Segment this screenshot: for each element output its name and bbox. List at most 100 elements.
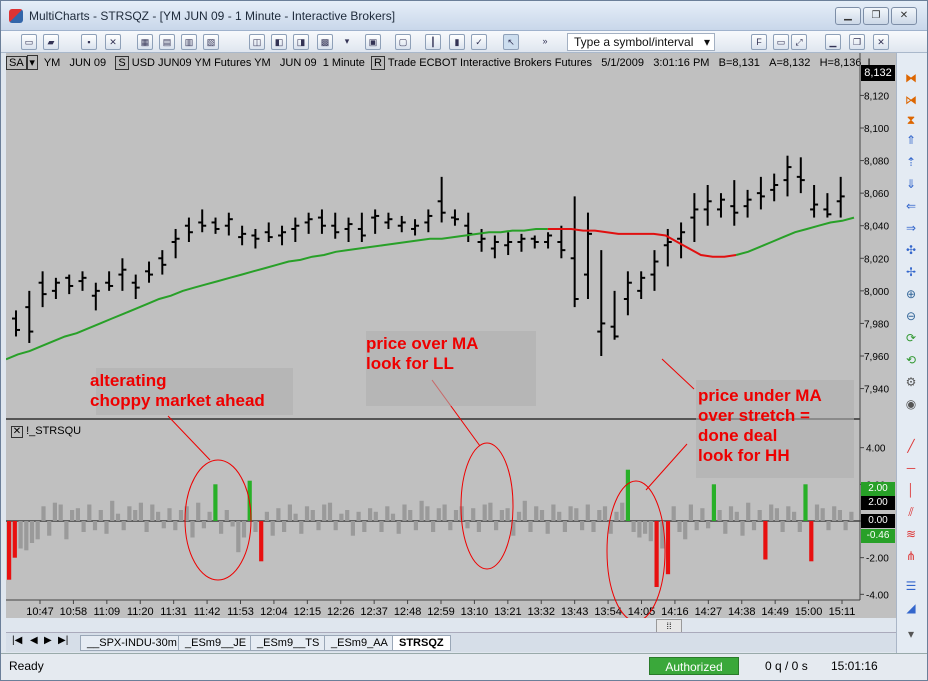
scroll-down-small-icon[interactable]: ▾ <box>902 625 920 643</box>
osc-marker-zero: 0.00 <box>861 514 895 528</box>
ascending-icon[interactable]: ◢ <box>902 599 920 617</box>
oscillator-bar <box>127 506 132 521</box>
tab-esm9-aa[interactable]: _ESm9_AA <box>324 635 395 651</box>
status-queue: 0 q / 0 s <box>765 659 808 673</box>
oscillator-bar <box>58 504 63 521</box>
oscillator-bar <box>769 504 774 521</box>
oscillator-bar <box>18 521 23 549</box>
scroll-right-icon[interactable]: ⇒ <box>902 219 920 237</box>
eye-icon[interactable]: ◉ <box>902 395 920 413</box>
magnify-minus-icon[interactable]: ⊖ <box>902 307 920 325</box>
price-bar <box>278 225 287 246</box>
price-bar <box>224 212 233 236</box>
close-indicator-icon[interactable]: ✕ <box>11 426 23 438</box>
oscillator-bar <box>826 521 831 531</box>
tab-esm9-je[interactable]: _ESm9__JE <box>178 635 254 651</box>
oscillator-bar <box>476 521 481 532</box>
calendar-icon[interactable]: ▣ <box>365 34 381 50</box>
insert-drawing-icon[interactable]: ◨ <box>293 34 309 50</box>
oscillator-bar <box>390 513 396 521</box>
close-doc-icon[interactable]: ✕ <box>105 34 121 50</box>
tab-prev-icon[interactable]: ◀ <box>30 635 38 646</box>
sync-icon[interactable]: ⟲ <box>902 351 920 369</box>
price-bar <box>357 212 366 242</box>
child-close-icon[interactable]: ✕ <box>873 34 889 50</box>
refresh-icon[interactable]: ⟳ <box>902 329 920 347</box>
dropdown-arrow-icon[interactable]: ▾ <box>339 34 355 50</box>
hourglass-icon[interactable]: ⧗ <box>902 111 920 129</box>
tab-last-icon[interactable]: ▶| <box>58 635 68 646</box>
tab-first-icon[interactable]: |◀ <box>12 635 22 646</box>
child-restore-icon[interactable]: ❐ <box>849 34 865 50</box>
annotation-1: alterating choppy market ahead <box>90 371 265 411</box>
scroll-down-icon[interactable]: ⇓ <box>902 175 920 193</box>
format-icon[interactable]: ▩ <box>317 34 333 50</box>
horizontal-scroll-thumb[interactable]: ⁞⁞ <box>656 619 682 633</box>
oscillator-bar <box>665 521 671 575</box>
oscillator-bar <box>110 500 115 521</box>
check-icon[interactable]: ✓ <box>471 34 487 50</box>
candlestick-icon[interactable]: ▮ <box>449 34 465 50</box>
minimize-button[interactable]: ▁ <box>835 7 861 25</box>
restore-button[interactable]: ❐ <box>863 7 889 25</box>
expand-icon[interactable]: ✢ <box>902 263 920 281</box>
zoom-in-icon[interactable]: ⧓ <box>902 69 920 87</box>
dom-icon[interactable]: ▥ <box>181 34 197 50</box>
vertical-line-icon[interactable]: │ <box>902 481 920 499</box>
workspace-icon[interactable]: ▢ <box>395 34 411 50</box>
oscillator-bar <box>431 521 436 532</box>
oscillator-bar <box>92 521 98 531</box>
andrews-pitchfork-icon[interactable]: ⋔ <box>902 547 920 565</box>
price-bar <box>12 310 20 337</box>
close-button[interactable]: ✕ <box>891 7 917 25</box>
oscillator-bar <box>12 521 17 558</box>
scroll-left-icon[interactable]: ⇐ <box>902 197 920 215</box>
insert-study-icon[interactable]: ◧ <box>271 34 287 50</box>
price-bar <box>756 176 765 210</box>
zoom-out-icon[interactable]: ⧒ <box>902 91 920 109</box>
new-file-icon[interactable]: ▭ <box>21 34 37 50</box>
fibonacci-icon[interactable]: ≋ <box>902 525 920 543</box>
scroll-up-icon[interactable]: ⇑ <box>902 131 920 149</box>
oscillator-bar <box>786 506 791 521</box>
order-entry-icon[interactable]: ▧ <box>203 34 219 50</box>
save-icon[interactable]: ▪ <box>81 34 97 50</box>
oscillator-bar <box>70 510 75 521</box>
horizontal-line-icon[interactable]: ─ <box>902 459 920 477</box>
scroll-top-icon[interactable]: ⇡ <box>902 153 920 171</box>
trendline-icon[interactable]: ╱ <box>902 437 920 455</box>
cascade-icon[interactable]: ▭ <box>773 34 789 50</box>
bar-chart-icon[interactable]: ┃ <box>425 34 441 50</box>
compress-icon[interactable]: ✣ <box>902 241 920 259</box>
chart-window-icon[interactable]: ▦ <box>137 34 153 50</box>
oscillator-bar <box>614 511 619 521</box>
chevron-down-icon[interactable]: ▾ <box>704 34 710 50</box>
open-folder-icon[interactable]: ▰ <box>43 34 59 50</box>
scanner-icon[interactable]: ▤ <box>159 34 175 50</box>
mdi-icon[interactable]: F <box>751 34 767 50</box>
oscillator-bar <box>792 511 797 521</box>
settings-icon[interactable]: ⚙ <box>902 373 920 391</box>
price-bar <box>690 193 699 242</box>
oscillator-bar <box>814 504 820 521</box>
oscillator-bar <box>156 511 161 521</box>
symbol-input[interactable]: Type a symbol/interval ▾ <box>567 33 715 51</box>
tab-spx-indu[interactable]: __SPX-INDU-30m <box>80 635 184 651</box>
tab-esm9-ts[interactable]: _ESm9__TS <box>250 635 327 651</box>
restore-child-icon[interactable]: ⤢ <box>791 34 807 50</box>
list-icon[interactable]: ☰ <box>902 577 920 595</box>
magnify-plus-icon[interactable]: ⊕ <box>902 285 920 303</box>
chart-area[interactable]: SA ▾ YM JUN 09 S USD JUN09 YM Futures YM … <box>6 53 896 633</box>
channel-icon[interactable]: ⫽ <box>902 503 920 521</box>
price-bar <box>783 155 792 197</box>
status-ready: Ready <box>9 659 44 673</box>
tab-next-icon[interactable]: ▶ <box>44 635 52 646</box>
oscillator-bar <box>379 521 384 532</box>
tab-strsqz[interactable]: STRSQZ <box>392 635 451 651</box>
oscillator-bar <box>413 521 418 531</box>
insert-indicator-icon[interactable]: ◫ <box>249 34 265 50</box>
child-minimize-icon[interactable]: ▁ <box>825 34 841 50</box>
more-icon[interactable]: » <box>537 34 553 50</box>
pointer-icon[interactable]: ↖ <box>503 34 519 50</box>
oscillator-bar <box>597 510 602 521</box>
